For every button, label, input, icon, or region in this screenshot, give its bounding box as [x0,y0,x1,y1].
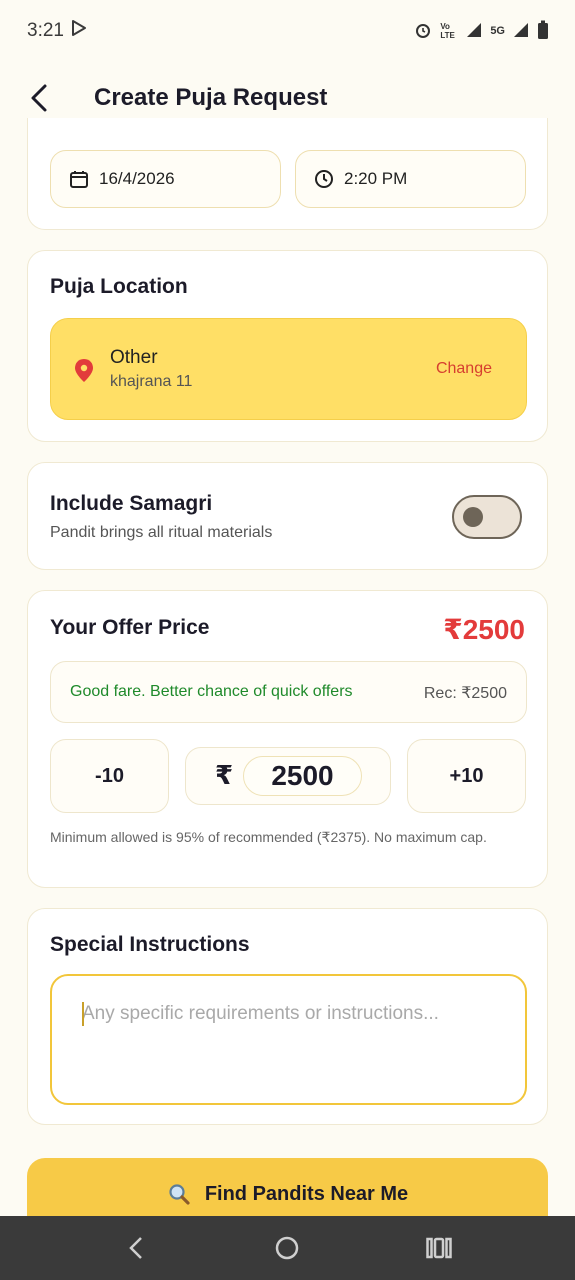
change-location-button[interactable]: Change [436,360,492,378]
recommended-price: Rec: ₹2500 [423,685,507,702]
nav-recents-icon [426,1237,452,1259]
date-picker[interactable]: 16/4/2026 [50,150,281,208]
location-card: Puja Location Other khajrana 11 Change [27,250,548,442]
text-cursor [82,1002,84,1026]
status-bar: 3:21 Vo LTE 5G [0,0,575,62]
signal-icon-2 [513,22,529,41]
search-icon [169,1184,190,1205]
calendar-icon [70,171,88,188]
battery-icon [537,20,549,43]
system-nav-bar [0,1216,575,1280]
amount-input[interactable]: 2500 [243,756,362,796]
signal-icon [466,22,482,41]
time-picker[interactable]: 2:20 PM [295,150,526,208]
currency-symbol: ₹ [215,760,234,790]
page-title: Create Puja Request [94,84,328,111]
increment-button[interactable]: +10 [407,739,526,813]
samagri-card: Include Samagri Pandit brings all ritual… [27,462,548,570]
fare-message: Good fare. Better chance of quick offers [70,683,353,700]
nav-home-icon [276,1236,299,1260]
back-arrow-icon [31,84,47,112]
instructions-placeholder: Any specific requirements or instruction… [82,1003,439,1024]
nav-back-icon [129,1237,142,1259]
minimum-price-note: Minimum allowed is 95% of recommended (₹… [50,829,487,845]
instructions-title: Special Instructions [50,933,250,956]
instructions-card: Special Instructions Any specific requir… [27,908,548,1125]
nav-recents-button[interactable] [409,1223,469,1273]
nav-home-button[interactable] [257,1223,317,1273]
location-pin-icon [75,359,93,382]
offer-price-display: ₹2500 [443,614,525,645]
date-value: 16/4/2026 [99,169,175,188]
nav-back-button[interactable] [106,1223,166,1273]
status-time: 3:21 [27,20,64,41]
offer-price-card: Your Offer Price ₹2500 Good fare. Better… [27,590,548,888]
offer-title: Your Offer Price [50,616,210,639]
clock-icon [315,170,333,188]
datetime-card: 16/4/2026 2:20 PM [27,118,548,230]
location-section-title: Puja Location [50,275,188,298]
amount-field: ₹ 2500 [185,747,391,805]
time-value: 2:20 PM [344,169,408,188]
location-name: Other [110,347,158,368]
play-store-icon [70,19,88,43]
samagri-toggle[interactable] [452,495,522,539]
back-button[interactable] [22,78,56,118]
toggle-knob [463,507,483,527]
location-address: khajrana 11 [110,373,193,390]
decrement-button[interactable]: -10 [50,739,169,813]
volte-label: Vo LTE [440,22,455,40]
find-pandits-label: Find Pandits Near Me [204,1182,409,1205]
network-type: 5G [490,25,505,37]
instructions-textarea[interactable]: Any specific requirements or instruction… [50,974,527,1105]
samagri-title: Include Samagri [50,492,213,515]
samagri-subtitle: Pandit brings all ritual materials [50,524,273,541]
selected-location[interactable]: Other khajrana 11 Change [50,318,527,420]
alarm-icon [414,21,432,42]
fare-info-box: Good fare. Better chance of quick offers… [50,661,527,723]
